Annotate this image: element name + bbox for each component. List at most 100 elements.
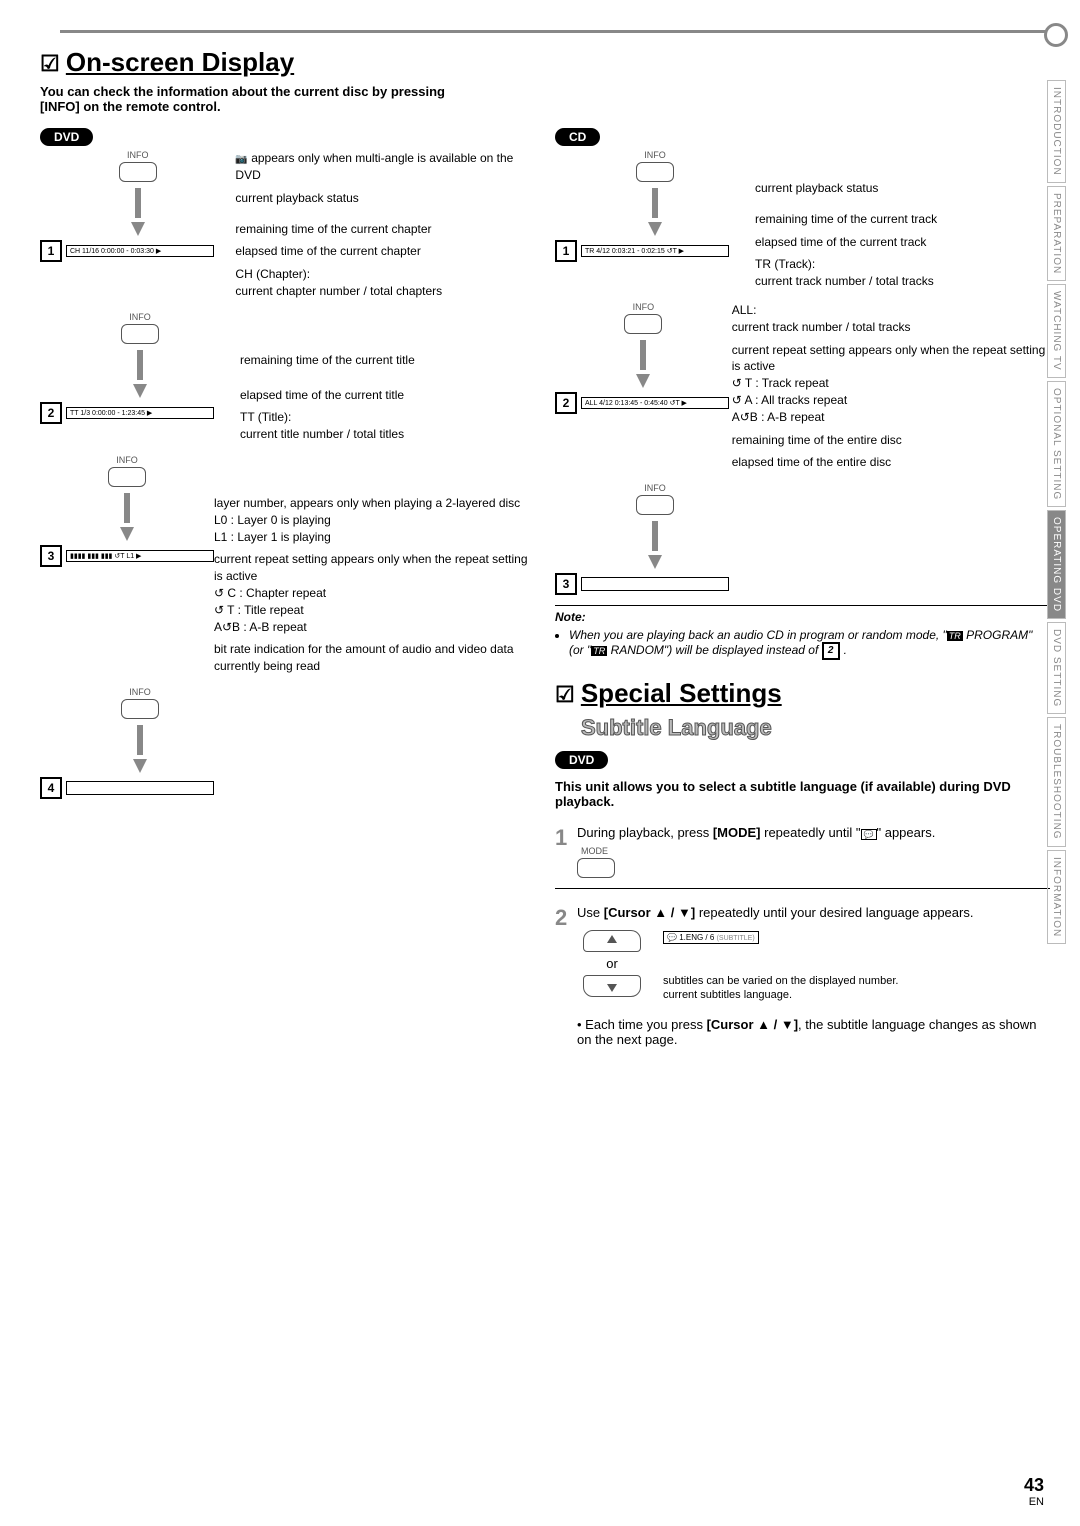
arrow-stem: [640, 340, 646, 370]
or-text: or: [577, 956, 647, 971]
info-button-icon: [119, 162, 157, 182]
columns: DVD INFO 1 CH 11/16 0:00:00 - 0:03:30 ▶ …: [40, 124, 1050, 1047]
desc-ch-detail: current chapter number / total chapters: [235, 284, 442, 298]
note-box: Note: When you are playing back an audio…: [555, 605, 1050, 660]
step-box-1: 1: [40, 240, 62, 262]
dvd-desc-3: layer number, appears only when playing …: [214, 455, 535, 681]
info-button-icon: [636, 495, 674, 515]
desc-cd-playback: current playback status: [755, 180, 937, 197]
dvd-desc-1: 📷 appears only when multi-angle is avail…: [235, 150, 535, 306]
desc-elapsed-chapter: elapsed time of the current chapter: [235, 243, 535, 260]
step-number-1: 1: [555, 825, 577, 851]
dvd-desc-2: remaining time of the current title elap…: [240, 312, 415, 449]
cursor-down-button-icon: [583, 975, 641, 997]
arrow-down-icon: [120, 527, 134, 541]
step-box-4: 4: [40, 777, 62, 799]
desc-all-label: ALL:: [732, 303, 757, 317]
desc-remain-chapter: remaining time of the current chapter: [235, 221, 535, 238]
desc-tr-label: TR (Track):: [755, 257, 815, 271]
desc-bitrate: bit rate indication for the amount of au…: [214, 641, 535, 675]
desc-l1: L1 : Layer 1 is playing: [214, 530, 331, 544]
info-button-icon: [636, 162, 674, 182]
tab-information: INFORMATION: [1047, 850, 1066, 944]
desc-cd-rep-ab: A↺B : A-B repeat: [732, 410, 825, 424]
desc-cd-repeat: current repeat setting appears only when…: [732, 343, 1046, 374]
sub-d2: current subtitles language.: [663, 988, 898, 1002]
arrow-stem: [135, 188, 141, 218]
dvd-column: DVD INFO 1 CH 11/16 0:00:00 - 0:03:30 ▶ …: [40, 124, 535, 803]
intro-post: on the remote control.: [80, 99, 221, 114]
arrow-down-icon: [131, 222, 145, 236]
cd-osd-bar-2: ALL 4/12 0:13:45 - 0:45:40 ↺T ▶: [581, 397, 729, 409]
divider: [555, 888, 1050, 889]
section-onscreen-title: On-screen Display: [40, 47, 1050, 78]
arrow-stem: [137, 350, 143, 380]
s2-a: Use: [577, 905, 604, 920]
desc-layer: layer number, appears only when playing …: [214, 496, 520, 510]
arrow-stem: [652, 188, 658, 218]
intro-text: You can check the information about the …: [40, 84, 480, 114]
desc-multiangle: appears only when multi-angle is availab…: [235, 151, 513, 182]
tab-introduction: INTRODUCTION: [1047, 80, 1066, 183]
desc-rep-c: ↺ C : Chapter repeat: [214, 586, 326, 600]
tab-troubleshooting: TROUBLESHOOTING: [1047, 717, 1066, 847]
step-box-1: 1: [555, 240, 577, 262]
desc-rep-ab: A↺B : A-B repeat: [214, 620, 307, 634]
cd-desc-1: current playback status remaining time o…: [755, 150, 937, 296]
desc-remain-title: remaining time of the current title: [240, 352, 415, 369]
step2-tail: • Each time you press [Cursor ▲ / ▼], th…: [577, 1017, 1050, 1047]
arrow-down-icon: [648, 555, 662, 569]
info-label: INFO: [40, 150, 235, 160]
intro-pre: You can check the information about the …: [40, 84, 445, 99]
subtitle-diagram: or 💬 1.ENG / 6 (SUBTITLE) subtitles can …: [577, 928, 1050, 1003]
cd-osd-bar-3: [581, 577, 729, 591]
cd-osd-bar-1: TR 4/12 0:03:21 - 0:02:15 ↺T ▶: [581, 245, 729, 257]
step-box-3: 3: [555, 573, 577, 595]
arrow-stem: [137, 725, 143, 755]
dvd-osd-bar-3: ▮▮▮▮ ▮▮▮ ▮▮▮ ↺T L1 ▶: [66, 550, 214, 562]
info-button-icon: [108, 467, 146, 487]
desc-cd-elapsed-disc: elapsed time of the entire disc: [732, 454, 1050, 471]
dvd-osd-bar-2: TT 1/3 0:00:00 - 1:23:45 ▶: [66, 407, 214, 419]
tab-preparation: PREPARATION: [1047, 186, 1066, 281]
arrow-stem: [124, 493, 130, 523]
section-onscreen-title-text: On-screen Display: [66, 47, 294, 77]
desc-ch-label: CH (Chapter):: [235, 267, 310, 281]
subtitle-language-heading: Subtitle Language: [581, 715, 1050, 741]
dvd-osd-bar-4: [66, 781, 214, 795]
tab-watching-tv: WATCHING TV: [1047, 284, 1066, 378]
section-special-title-text: Special Settings: [581, 678, 782, 708]
dvd-badge-2: DVD: [555, 751, 608, 769]
subtitle-bar-text: 1.ENG / 6: [679, 933, 714, 942]
note-a: When you are playing back an audio CD in…: [569, 628, 947, 642]
desc-cd-rep-t: ↺ T : Track repeat: [732, 376, 829, 390]
section-special-title: Special Settings: [555, 678, 1050, 709]
info-label: INFO: [40, 312, 240, 322]
dvd-osd-bar-1: CH 11/16 0:00:00 - 0:03:30 ▶: [66, 245, 214, 257]
info-label: INFO: [40, 455, 214, 465]
dvd-badge: DVD: [40, 128, 93, 146]
mode-label: MODE: [581, 846, 1050, 856]
info-label: INFO: [555, 302, 732, 312]
step-1: 1 During playback, press [MODE] repeated…: [555, 825, 1050, 878]
note-header: Note:: [555, 610, 1050, 624]
arrow-down-icon: [133, 759, 147, 773]
camera-icon: 📷: [235, 154, 247, 165]
mode-button-icon: [577, 858, 615, 878]
step-box-3: 3: [40, 545, 62, 567]
info-button-icon: [121, 699, 159, 719]
s2-b: repeatedly until your desired language a…: [695, 905, 973, 920]
page-lang: EN: [1024, 1496, 1044, 1508]
desc-l0: L0 : Layer 0 is playing: [214, 513, 331, 527]
desc-all-detail: current track number / total tracks: [732, 320, 911, 334]
desc-tt-detail: current title number / total titles: [240, 427, 404, 441]
tab-optional-setting: OPTIONAL SETTING: [1047, 381, 1066, 507]
arrow-stem: [652, 521, 658, 551]
subtitle-body: This unit allows you to select a subtitl…: [555, 779, 1050, 809]
info-label: INFO: [555, 483, 755, 493]
s1-a: During playback, press: [577, 825, 713, 840]
s2-key: [Cursor ▲ / ▼]: [604, 905, 695, 920]
subtitle-icon: 💬: [861, 829, 877, 840]
info-label: INFO: [555, 150, 755, 160]
tr-chip-icon: TR: [947, 631, 963, 641]
